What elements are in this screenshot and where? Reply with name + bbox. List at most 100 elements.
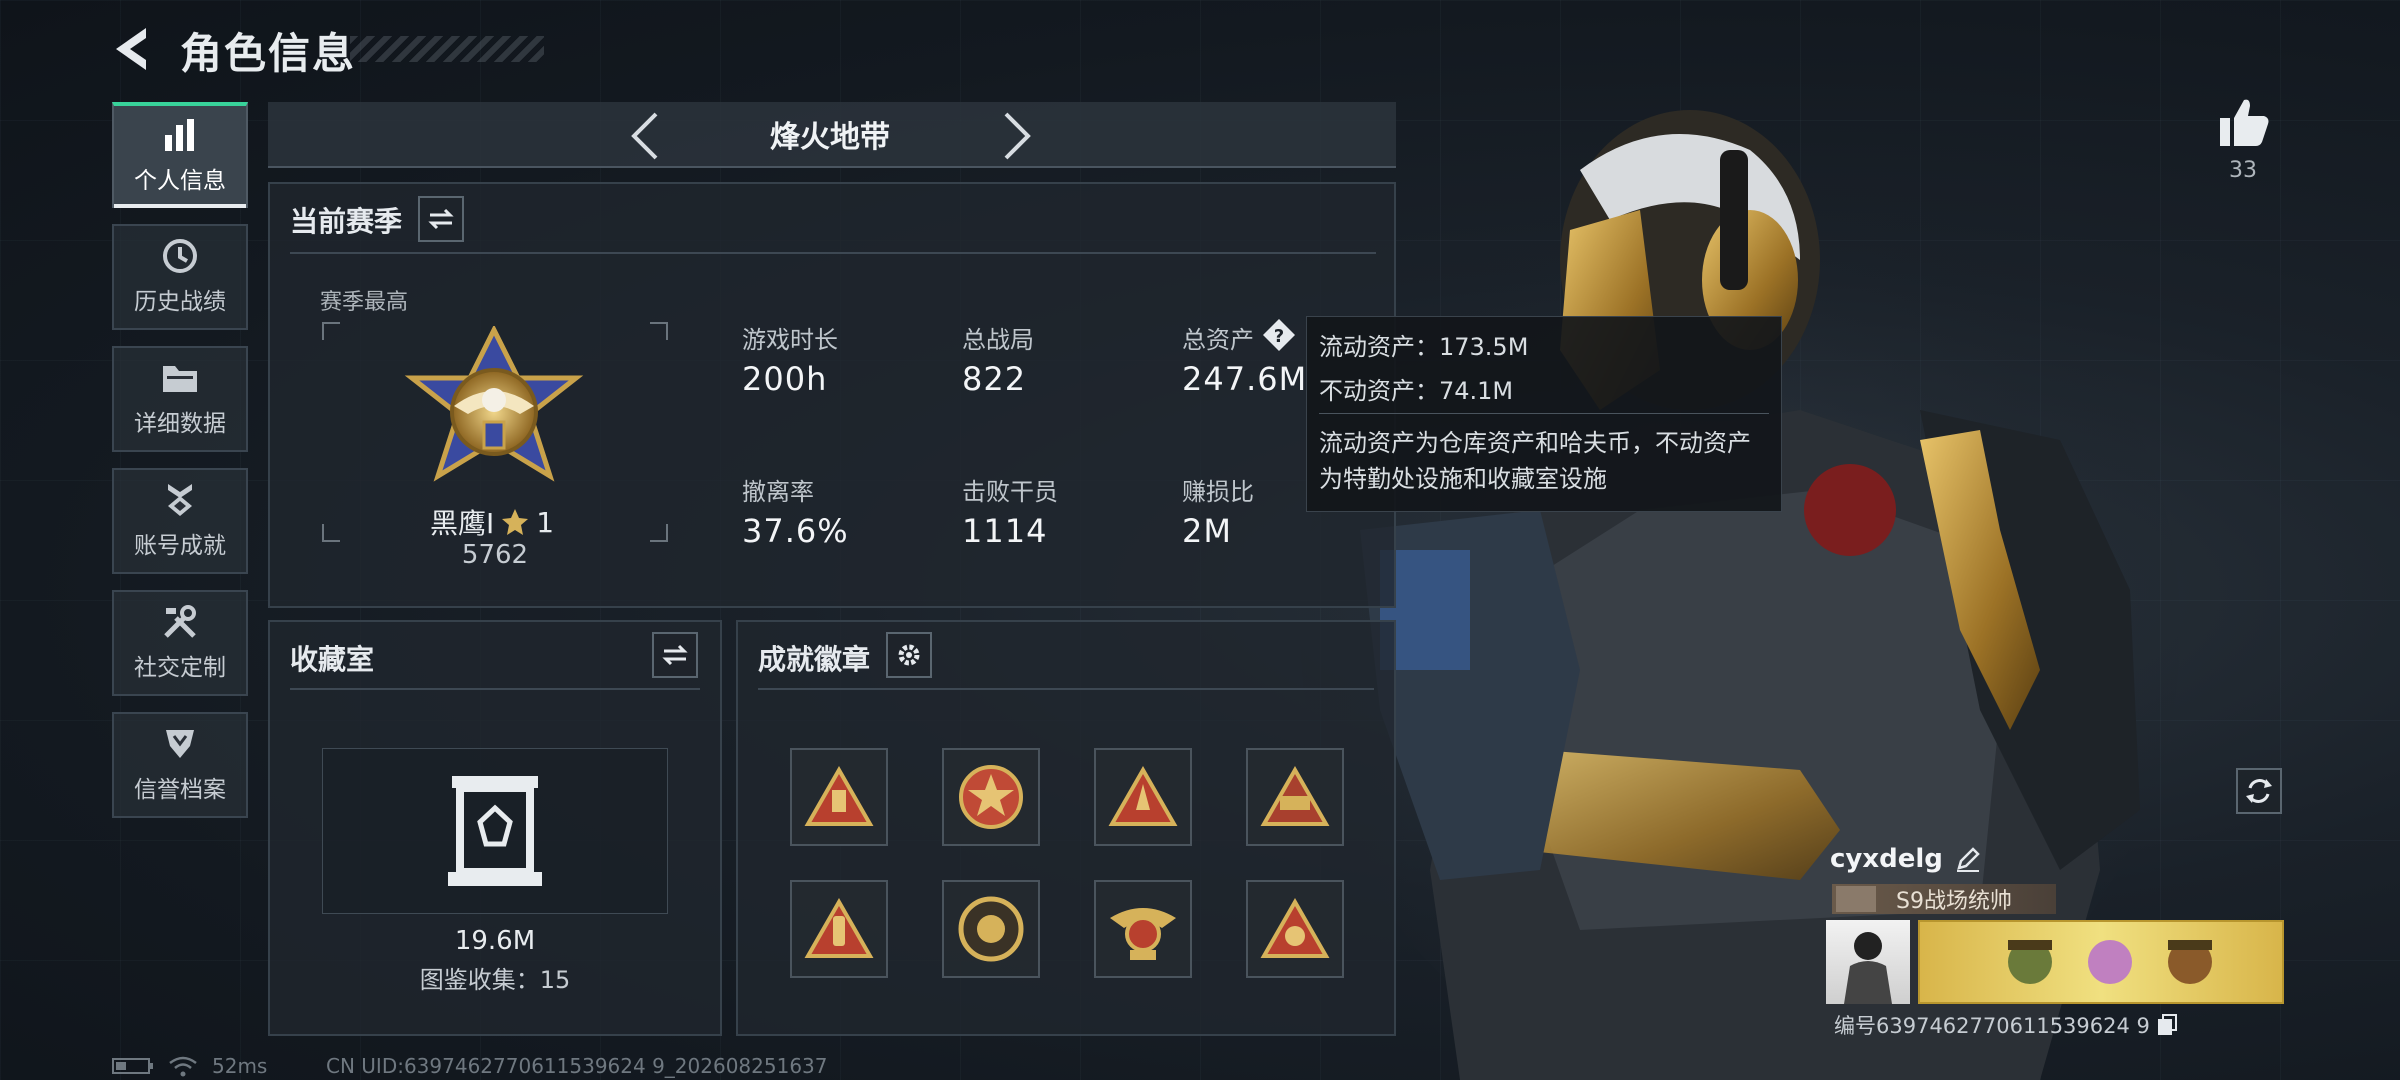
- achievement-medal-icon: [160, 482, 200, 518]
- display-case-icon: [448, 776, 542, 886]
- mode-label: 烽火地带: [770, 120, 890, 155]
- rank-score: 5762: [461, 540, 529, 570]
- sidebar-item-detailed-data[interactable]: 详细数据: [112, 346, 248, 452]
- sidebar-item-reputation[interactable]: 信誉档案: [112, 712, 248, 818]
- achievement-badge[interactable]: [1246, 880, 1344, 978]
- round-emblem-icon: [958, 896, 1024, 962]
- bottle-triangle-icon: [804, 898, 874, 958]
- season-title: 当前赛季: [290, 205, 403, 238]
- stat-value-profit-loss: 2M: [1182, 512, 1232, 550]
- achievement-badge[interactable]: [942, 880, 1040, 978]
- stat-label-total-matches: 总战局: [962, 326, 1034, 354]
- mech-triangle-icon: [1260, 898, 1330, 958]
- stat-value-playtime: 200h: [742, 360, 828, 398]
- achievement-badge[interactable]: [790, 748, 888, 846]
- bar-chart-icon: [160, 117, 200, 153]
- frame-corner: [650, 524, 668, 542]
- refresh-button[interactable]: [2236, 768, 2282, 814]
- assets-tooltip: 流动资产：173.5M 不动资产：74.1M 流动资产为仓库资产和哈夫币，不动资…: [1306, 316, 1782, 512]
- player-id-row: 编号6397462770611539624 9: [1834, 1010, 2178, 1040]
- chevron-right-icon[interactable]: [996, 108, 1040, 164]
- eagle-emblem-icon: [1110, 908, 1176, 960]
- season-switch-button[interactable]: [418, 196, 464, 242]
- sidebar-item-label: 信誉档案: [134, 777, 226, 803]
- page-title: 角色信息: [180, 29, 357, 78]
- uid-text: CN UID:6397462770611539624 9_20260825163…: [326, 1054, 828, 1078]
- chevron-left-icon[interactable]: [622, 108, 666, 164]
- achievement-badge[interactable]: [942, 748, 1040, 846]
- sidebar-item-achievements[interactable]: 账号成就: [112, 468, 248, 574]
- back-arrow-icon[interactable]: [108, 24, 158, 74]
- sidebar-item-label: 详细数据: [134, 411, 226, 437]
- s9-triangle-icon: [1260, 766, 1330, 826]
- copy-icon[interactable]: [2156, 1013, 2178, 1037]
- rank-name: 黑鹰I: [430, 507, 495, 540]
- triangle-badge-icon: [804, 766, 874, 826]
- rocket-triangle-icon: [1108, 766, 1178, 826]
- stat-label-total-assets: 总资产: [1182, 326, 1254, 354]
- achievement-badge[interactable]: [1094, 880, 1192, 978]
- shield-badge-icon: [160, 726, 200, 762]
- stat-value-total-assets: 247.6M: [1182, 360, 1308, 398]
- swap-icon: [662, 644, 688, 666]
- achievements-settings-button[interactable]: [886, 632, 932, 678]
- sidebar-item-history[interactable]: 历史战绩: [112, 224, 248, 330]
- sidebar-item-label: 个人信息: [134, 168, 226, 194]
- tooltip-desc-line2: 为特勤处设施和收藏室设施: [1319, 465, 1607, 493]
- thumbs-up-icon[interactable]: [2216, 96, 2270, 148]
- likes-count: 33: [2229, 158, 2257, 183]
- star-icon: [502, 509, 529, 535]
- help-icon[interactable]: ?: [1262, 318, 1296, 352]
- sidebar-item-label: 账号成就: [134, 533, 226, 559]
- edit-pencil-icon[interactable]: [1955, 846, 1981, 872]
- tools-icon: [160, 604, 200, 640]
- player-id: 编号6397462770611539624 9: [1834, 1014, 2150, 1038]
- frame-corner: [650, 322, 668, 340]
- wifi-icon: [169, 1056, 197, 1077]
- tooltip-liquid-assets: 流动资产：173.5M: [1319, 333, 1529, 361]
- stat-label-profit-loss: 赚损比: [1182, 478, 1254, 506]
- title-stripe-decoration: [350, 36, 544, 62]
- collection-switch-button[interactable]: [652, 632, 698, 678]
- frame-corner: [322, 322, 340, 340]
- stat-value-extract-rate: 37.6%: [742, 512, 849, 550]
- sidebar-item-personal-info[interactable]: 个人信息: [112, 102, 248, 208]
- divider: [290, 252, 1376, 254]
- stat-label-kills: 击败干员: [962, 478, 1058, 506]
- history-clock-icon: [160, 238, 200, 274]
- season-best-label: 赛季最高: [320, 290, 409, 315]
- achievement-badge[interactable]: [790, 880, 888, 978]
- star-medal-icon: [959, 765, 1023, 829]
- svg-text:?: ?: [1274, 326, 1284, 347]
- stat-value-kills: 1114: [962, 512, 1048, 550]
- tooltip-fixed-assets: 不动资产：74.1M: [1319, 377, 1514, 405]
- frame-corner: [322, 524, 340, 542]
- title-tag-icon: [1836, 886, 1876, 912]
- tooltip-divider: [1319, 413, 1769, 414]
- divider: [290, 688, 700, 690]
- stat-label-playtime: 游戏时长: [742, 326, 838, 354]
- collection-title: 收藏室: [290, 643, 375, 676]
- gear-icon: [898, 644, 920, 666]
- swap-icon: [428, 208, 454, 230]
- achievement-badge[interactable]: [1246, 748, 1344, 846]
- achievement-badge[interactable]: [1094, 748, 1192, 846]
- collection-value: 19.6M: [454, 926, 536, 956]
- rank-emblem-icon: [404, 326, 584, 482]
- achievements-title: 成就徽章: [758, 643, 871, 676]
- rank-name-row: 黑鹰I 1: [430, 502, 554, 542]
- name-card-banner[interactable]: [1918, 920, 2284, 1004]
- ping-value: 52ms: [212, 1054, 268, 1078]
- folder-icon: [160, 360, 200, 396]
- avatar[interactable]: [1826, 920, 1910, 1004]
- sidebar-item-label: 历史战绩: [134, 289, 226, 315]
- sidebar-item-label: 社交定制: [134, 655, 226, 681]
- battery-icon: [112, 1058, 153, 1074]
- username: cyxdelg: [1830, 844, 1943, 874]
- tooltip-desc-line1: 流动资产为仓库资产和哈夫币，不动资产: [1319, 429, 1751, 457]
- sidebar-item-social-custom[interactable]: 社交定制: [112, 590, 248, 696]
- divider: [758, 688, 1374, 690]
- status-bar: 52ms: [112, 1054, 267, 1078]
- title-tag: S9战场统帅: [1832, 884, 2056, 914]
- collection-count: 图鉴收集：15: [419, 966, 571, 994]
